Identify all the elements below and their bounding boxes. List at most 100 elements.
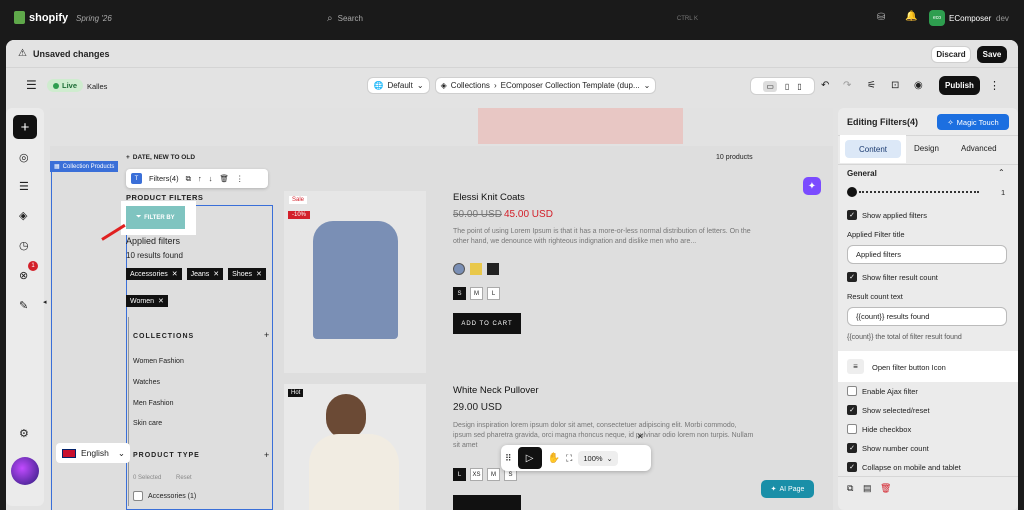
product-title[interactable]: White Neck Pullover <box>453 385 539 396</box>
element-label[interactable]: Filters(4) <box>149 174 179 183</box>
close-icon[interactable]: ✕ <box>256 270 262 278</box>
tab-content[interactable]: Content <box>845 140 901 158</box>
device-select[interactable]: 🌐 Default ⌄ <box>367 77 430 94</box>
collection-item[interactable]: Watches <box>133 379 160 386</box>
checkbox[interactable]: ✓ <box>847 272 857 282</box>
size-option[interactable]: S <box>453 287 466 300</box>
slider-track[interactable] <box>859 191 979 193</box>
checkbox[interactable]: ✓ <box>847 443 857 453</box>
size-option[interactable]: XS <box>470 468 483 481</box>
discard-button[interactable]: Discard <box>931 46 971 63</box>
save-button[interactable]: Save <box>977 46 1007 63</box>
template-breadcrumb[interactable]: ◈ Collections › EComposer Collection Templa… <box>435 77 656 94</box>
close-icon[interactable]: ✕ <box>213 270 219 278</box>
size-option[interactable]: L <box>487 287 500 300</box>
ai-sparkle-icon[interactable]: ✦ <box>803 177 821 195</box>
show-result-count-row[interactable]: ✓ Show filter result count <box>847 272 938 282</box>
checkbox[interactable]: ✓ <box>847 405 857 415</box>
applied-title-input[interactable]: Applied filters <box>847 245 1007 264</box>
preview-eye-icon[interactable]: ◉ <box>914 80 923 91</box>
undo-icon[interactable]: ↶ <box>821 80 829 91</box>
slider-thumb[interactable] <box>847 187 857 197</box>
swatch-yellow[interactable] <box>470 263 482 275</box>
tools-icon[interactable]: ✎ <box>19 299 28 312</box>
hide-checkbox-row[interactable]: Hide checkbox <box>847 424 911 434</box>
mobile-icon[interactable]: ▯ <box>797 82 801 91</box>
breadcrumb-template[interactable]: EComposer Collection Template (dup... <box>501 81 640 90</box>
size-option[interactable]: L <box>453 468 466 481</box>
product-type-title[interactable]: PRODUCT TYPE <box>133 452 200 459</box>
close-icon[interactable]: ✕ <box>637 432 644 441</box>
product-image[interactable] <box>284 384 426 510</box>
applied-tag[interactable]: Shoes ✕ <box>228 268 266 280</box>
chevron-up-icon[interactable]: ⌃ <box>998 168 1005 177</box>
global-search[interactable]: ⌕ Search CTRL K <box>320 9 710 28</box>
collection-item[interactable]: Men Fashion <box>133 400 173 407</box>
close-icon[interactable]: ✕ <box>158 297 164 305</box>
tablet-icon[interactable]: ▯ <box>785 82 789 91</box>
more-menu-icon[interactable]: ⋮ <box>989 79 1000 92</box>
applied-tag[interactable]: Jeans ✕ <box>186 268 224 280</box>
select-cursor-icon[interactable]: ▷ <box>517 447 542 469</box>
add-element-icon[interactable]: + <box>13 115 37 139</box>
swatch-blue[interactable] <box>453 263 465 275</box>
enable-ajax-row[interactable]: Enable Ajax filter <box>847 386 918 396</box>
delete-icon[interactable]: 🗑 <box>219 174 229 183</box>
more-icon[interactable]: ⋮ <box>236 174 244 183</box>
collections-title[interactable]: COLLECTIONS <box>133 333 194 340</box>
language-select[interactable]: English ⌄ <box>56 443 130 463</box>
hand-pan-icon[interactable]: ✋ <box>548 453 560 464</box>
pt-option[interactable]: Accessories (1) <box>133 491 196 501</box>
collection-item[interactable]: Skin care <box>133 420 162 427</box>
swatch-black[interactable] <box>487 263 499 275</box>
size-option[interactable]: M <box>470 287 483 300</box>
checkbox[interactable] <box>133 491 143 501</box>
sort-dropdown[interactable]: + DATE, NEW TO OLD <box>126 154 195 161</box>
collapse-arrow-icon[interactable]: ◂ <box>43 298 47 306</box>
magic-touch-button[interactable]: ✧ Magic Touch <box>937 114 1009 130</box>
move-down-icon[interactable]: ↓ <box>209 174 213 183</box>
expand-plus-icon[interactable]: + <box>264 450 269 460</box>
ai-assistant-icon[interactable] <box>11 457 39 485</box>
filter-by-button[interactable]: ⏷ FILTER BY <box>126 206 185 229</box>
ai-page-button[interactable]: ✦ AI Page <box>761 480 814 498</box>
feedback-icon[interactable]: ⊗ <box>19 269 28 282</box>
settings-sliders-icon[interactable]: ⚟ <box>867 80 876 91</box>
global-icon[interactable]: ◎ <box>19 151 29 164</box>
fit-screen-icon[interactable]: ⛶ <box>566 453 572 464</box>
applied-tag[interactable]: Women ✕ <box>126 295 168 307</box>
redo-icon[interactable]: ↷ <box>843 80 851 91</box>
checkbox[interactable] <box>847 424 857 434</box>
publish-button[interactable]: Publish <box>939 76 980 95</box>
product-title[interactable]: Elessi Knit Coats <box>453 192 525 203</box>
section-tag[interactable]: ▦ Collection Products <box>50 161 119 172</box>
pt-reset[interactable]: Reset <box>176 475 192 481</box>
open-filter-icon-row[interactable]: ≡ Open filter button Icon <box>838 351 1018 382</box>
tab-design[interactable]: Design <box>914 144 939 153</box>
store-icon[interactable]: ⛁ <box>877 12 885 23</box>
show-applied-row[interactable]: ✓ Show applied filters <box>847 210 927 220</box>
duplicate-icon[interactable]: ⧉ <box>186 174 191 184</box>
checkbox[interactable]: ✓ <box>847 462 857 472</box>
checkbox[interactable]: ✓ <box>847 210 857 220</box>
history-icon[interactable]: ◷ <box>19 239 29 252</box>
move-up-icon[interactable]: ↑ <box>198 174 202 183</box>
menu-icon[interactable]: ☰ <box>26 78 37 92</box>
layers-icon[interactable]: ◈ <box>19 209 27 222</box>
drag-handle-icon[interactable]: ⠿ <box>505 453 512 464</box>
desktop-icon[interactable]: ▭ <box>763 80 777 92</box>
account-name[interactable]: EComposer <box>949 14 991 23</box>
breadcrumb-collections[interactable]: Collections <box>451 81 490 90</box>
expand-plus-icon[interactable]: + <box>264 330 269 340</box>
show-selected-row[interactable]: ✓ Show selected/reset <box>847 405 930 415</box>
add-to-cart-button[interactable] <box>453 495 521 510</box>
tab-advanced[interactable]: Advanced <box>961 144 997 153</box>
size-option[interactable]: M <box>487 468 500 481</box>
save-block-icon[interactable]: ▤ <box>863 483 872 494</box>
close-icon[interactable]: ✕ <box>172 270 178 278</box>
collapse-mobile-row[interactable]: ✓ Collapse on mobile and tablet <box>847 462 961 472</box>
copy-icon[interactable]: ⧉ <box>847 483 853 494</box>
collection-item[interactable]: Women Fashion <box>133 358 184 365</box>
trash-icon[interactable]: 🗑 <box>880 483 891 494</box>
filter-lines-icon[interactable]: ≡ <box>847 359 864 374</box>
